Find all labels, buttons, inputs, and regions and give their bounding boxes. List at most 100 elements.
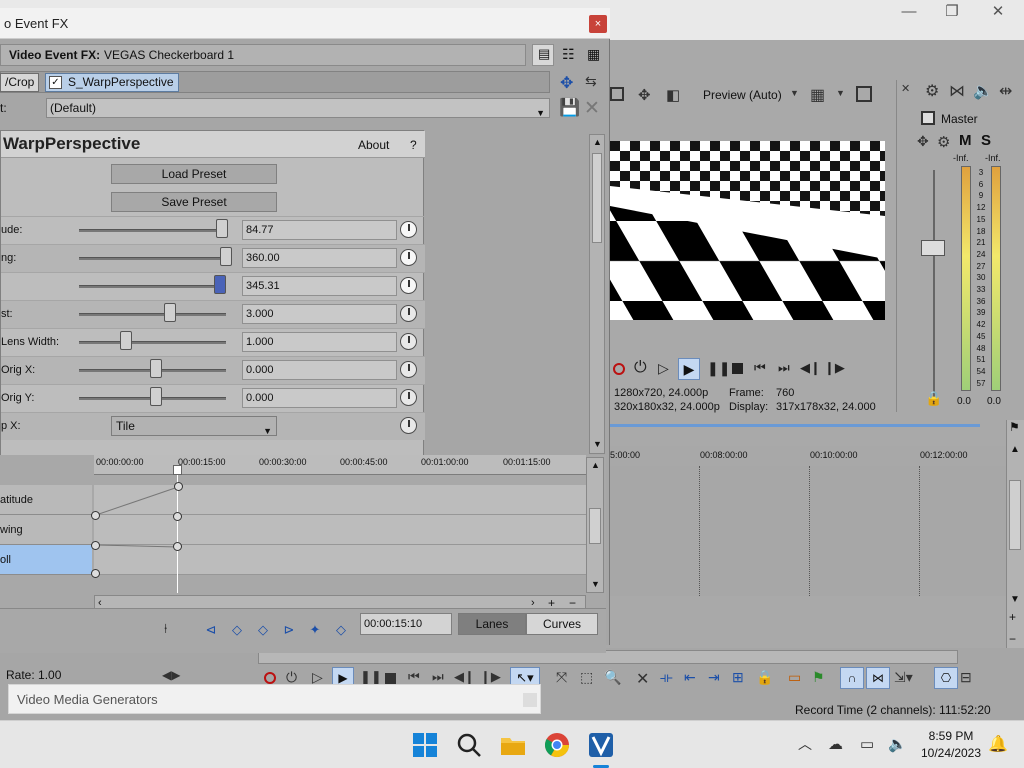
param-value-input[interactable]: 1.000	[242, 332, 397, 352]
stop-icon[interactable]	[732, 363, 743, 374]
taskbar-time[interactable]: 8:59 PM	[917, 729, 985, 743]
curves-button[interactable]: Curves	[526, 613, 598, 635]
close-icon[interactable]: ✕	[901, 82, 910, 95]
sync-cursor-icon[interactable]: ⍿	[164, 621, 167, 637]
preview-quality-select[interactable]: Preview (Auto)	[703, 88, 782, 102]
chevron-down-icon[interactable]: ▼	[790, 88, 799, 98]
play-from-start-icon[interactable]: ▷	[658, 360, 669, 377]
param-slider-track[interactable]	[79, 313, 226, 316]
lanes-button[interactable]: Lanes	[458, 613, 526, 635]
param-value-input[interactable]: 84.77	[242, 220, 397, 240]
about-link[interactable]: About	[358, 138, 389, 152]
animate-clock-icon[interactable]	[400, 389, 417, 406]
param-slider-track[interactable]	[79, 285, 226, 288]
display-icon[interactable]: ▭	[860, 735, 874, 753]
param-slider-thumb[interactable]	[119, 331, 132, 350]
file-explorer-icon[interactable]	[499, 731, 527, 759]
param-value-input[interactable]: 0.000	[242, 360, 397, 380]
video-output-icon[interactable]: ◧	[666, 86, 680, 104]
go-to-start-icon[interactable]: ⏮	[408, 669, 420, 685]
external-monitor-icon[interactable]	[610, 87, 624, 101]
volume-icon[interactable]: 🔈	[973, 81, 993, 101]
add-keyframe-icon[interactable]: ✦	[306, 621, 324, 639]
automation-gear-icon[interactable]: ⚙	[937, 133, 950, 151]
param-slider-track[interactable]	[79, 229, 226, 232]
animate-clock-icon[interactable]	[400, 305, 417, 322]
auto-crossfade-icon[interactable]: ⋈	[866, 667, 890, 689]
chevron-down-icon[interactable]: ▼	[836, 88, 845, 98]
keyframe-track-latitude[interactable]: atitude	[0, 485, 92, 515]
save-preset-icon[interactable]: 💾	[559, 98, 580, 118]
keyframe-node[interactable]	[173, 542, 182, 551]
view-grid-icon[interactable]: ▦	[582, 44, 604, 66]
view-compact-icon[interactable]: ▤	[532, 44, 554, 66]
animate-clock-icon[interactable]	[400, 221, 417, 238]
mute-button[interactable]: M	[959, 132, 972, 149]
checkbox-check-icon[interactable]: ✓	[49, 76, 62, 89]
master-checkbox[interactable]	[921, 111, 935, 125]
lock-icon[interactable]: 🔒	[925, 390, 942, 407]
keyframe-track-swing[interactable]: wing	[0, 515, 92, 545]
scroll-down-icon[interactable]: ▼	[1010, 594, 1020, 605]
scroll-thumb[interactable]	[592, 153, 602, 243]
rate-slider-icon[interactable]: ◀▶	[162, 668, 180, 682]
keyframe-node[interactable]	[91, 541, 100, 550]
scroll-thumb[interactable]	[589, 508, 601, 544]
vegas-app-icon[interactable]	[587, 731, 615, 759]
stop-icon[interactable]	[385, 673, 396, 684]
previous-frame-icon[interactable]: ◀❙	[800, 360, 821, 376]
restore-button[interactable]: ❐	[938, 2, 966, 22]
previous-keyframe-icon[interactable]: ◇	[228, 621, 246, 639]
delete-icon[interactable]: ✕	[636, 669, 649, 689]
start-icon[interactable]	[411, 731, 439, 759]
animate-clock-icon[interactable]	[400, 277, 417, 294]
go-to-end-icon[interactable]: ⏭	[432, 669, 444, 685]
trim-icon[interactable]: ⟛	[660, 669, 673, 686]
save-preset-button[interactable]: Save Preset	[111, 192, 277, 212]
zoom-tool-icon[interactable]: 🔍	[604, 669, 621, 686]
param-slider-thumb[interactable]	[149, 359, 162, 378]
region-icon[interactable]: ⚑	[812, 669, 825, 686]
chevron-down-icon[interactable]: ▼	[263, 422, 272, 440]
snapping-icon[interactable]: ∩	[840, 667, 864, 689]
selection-tool-icon[interactable]: ⬚	[580, 669, 593, 686]
playhead-handle[interactable]	[173, 465, 182, 475]
help-link[interactable]: ?	[410, 138, 417, 152]
search-icon[interactable]	[455, 731, 483, 759]
notification-bell-icon[interactable]: 🔔	[988, 734, 1008, 754]
zoom-out-icon[interactable]: −	[1009, 632, 1016, 646]
video-media-generators-panel[interactable]: Video Media Generators	[8, 684, 541, 714]
delete-preset-icon[interactable]: ✕	[584, 97, 600, 120]
minimize-button[interactable]: —	[895, 2, 923, 22]
chevron-down-icon[interactable]: ▼	[536, 104, 545, 122]
load-preset-button[interactable]: Load Preset	[111, 164, 277, 184]
animate-clock-icon[interactable]	[400, 361, 417, 378]
volume-icon[interactable]: 🔈	[888, 735, 907, 753]
keyframe-node[interactable]	[174, 482, 183, 491]
plugin-reorder-icon[interactable]: ⇆	[585, 73, 597, 90]
lock-icon[interactable]: 🔒	[756, 669, 773, 686]
split-icon[interactable]: ⊞	[732, 669, 744, 686]
param-slider-track[interactable]	[79, 257, 226, 260]
keyframe-node[interactable]	[91, 569, 100, 578]
delete-keyframe-icon[interactable]: ◇	[332, 621, 350, 639]
overlays-icon[interactable]: ▦	[810, 85, 825, 105]
fx-icon[interactable]: ✥	[917, 133, 929, 150]
go-to-end-icon[interactable]: ⏭	[778, 360, 790, 376]
keyframe-track-roll[interactable]: oll	[0, 545, 92, 575]
pause-icon[interactable]: ❚❚	[707, 360, 730, 377]
scroll-down-icon[interactable]: ▼	[593, 439, 602, 449]
envelope-tool-icon[interactable]: ⤧	[556, 669, 567, 686]
trim-start-icon[interactable]: ⇤	[684, 669, 696, 686]
record-icon[interactable]	[613, 363, 625, 375]
go-to-start-icon[interactable]: ⏮	[754, 360, 766, 376]
param-value-input[interactable]: 3.000	[242, 304, 397, 324]
chrome-icon[interactable]	[543, 731, 571, 759]
close-window-button[interactable]: ✕	[984, 2, 1012, 22]
chevron-up-icon[interactable]: ︿	[798, 734, 812, 754]
param-slider-thumb[interactable]	[214, 275, 227, 294]
scroll-up-icon[interactable]: ▲	[593, 137, 602, 147]
next-keyframe-icon[interactable]: ◇	[254, 621, 272, 639]
pause-icon[interactable]: ❚❚	[360, 669, 382, 685]
pan-icon[interactable]: ⋈	[949, 81, 965, 101]
